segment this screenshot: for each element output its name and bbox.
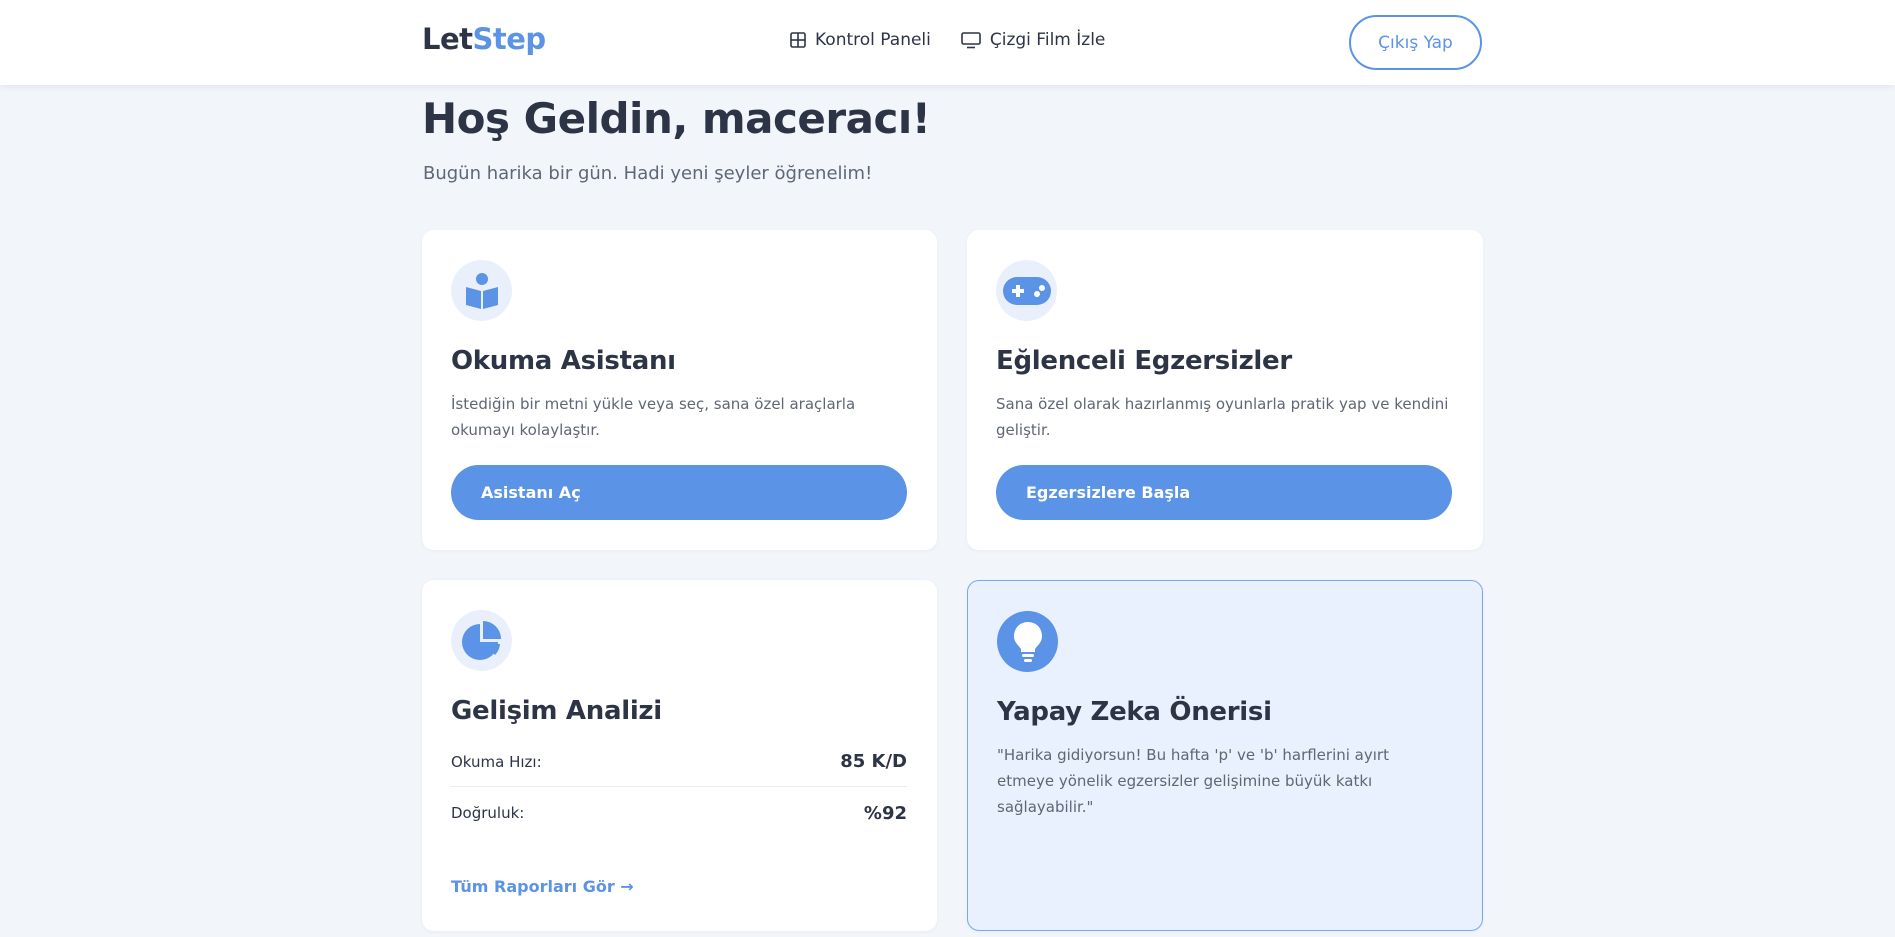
stat-value: %92: [863, 802, 907, 824]
top-navbar: LetStep Kontrol Paneli Çizgi Film İzle Ç…: [0, 0, 1895, 85]
stat-row-accuracy: Doğruluk: %92: [451, 788, 907, 838]
nav-label-dashboard: Kontrol Paneli: [815, 30, 931, 50]
stat-label: Okuma Hızı:: [451, 752, 542, 771]
pie-chart-icon: [451, 610, 512, 671]
card-fun-exercises: Eğlenceli Egzersizler Sana özel olarak h…: [967, 230, 1483, 550]
stat-value: 85 K/D: [840, 751, 907, 772]
stat-row-reading-speed: Okuma Hızı: 85 K/D: [451, 737, 907, 787]
all-reports-link[interactable]: Tüm Raporları Gör →: [451, 877, 634, 896]
card-title: Eğlenceli Egzersizler: [996, 346, 1292, 376]
nav-item-cartoons[interactable]: Çizgi Film İzle: [961, 30, 1106, 50]
gamepad-icon: [996, 260, 1057, 321]
lightbulb-icon: [997, 611, 1058, 672]
nav-item-dashboard[interactable]: Kontrol Paneli: [790, 30, 931, 50]
logo-text-step: Step: [472, 22, 547, 56]
monitor-icon: [961, 31, 981, 49]
start-exercises-button[interactable]: Egzersizlere Başla: [996, 465, 1452, 520]
book-reader-icon: [451, 260, 512, 321]
page-subtitle: Bugün harika bir gün. Hadi yeni şeyler ö…: [423, 163, 873, 184]
page-title: Hoş Geldin, maceracı!: [422, 94, 931, 143]
grid-icon: [790, 32, 806, 48]
card-title: Yapay Zeka Önerisi: [997, 697, 1272, 727]
app-logo[interactable]: LetStep: [422, 22, 546, 56]
card-title: Gelişim Analizi: [451, 696, 662, 726]
card-description: İstediğin bir metni yükle veya seç, sana…: [451, 395, 856, 439]
main-nav: Kontrol Paneli Çizgi Film İzle: [790, 30, 1105, 50]
ai-suggestion-text: "Harika gidiyorsun! Bu hafta 'p' ve 'b' …: [997, 746, 1389, 816]
stat-label: Doğruluk:: [451, 804, 525, 822]
card-progress-analysis: Gelişim Analizi Okuma Hızı: 85 K/D Doğru…: [422, 580, 937, 931]
card-title: Okuma Asistanı: [451, 346, 676, 376]
logo-text-let: Let: [422, 22, 473, 56]
card-reading-assistant: Okuma Asistanı İstediğin bir metni yükle…: [422, 230, 937, 550]
card-description: Sana özel olarak hazırlanmış oyunlarla p…: [996, 395, 1449, 439]
nav-label-cartoons: Çizgi Film İzle: [989, 30, 1106, 50]
card-ai-suggestion: Yapay Zeka Önerisi "Harika gidiyorsun! B…: [967, 580, 1483, 931]
open-assistant-button[interactable]: Asistanı Aç: [451, 465, 907, 520]
logout-button[interactable]: Çıkış Yap: [1349, 15, 1482, 70]
